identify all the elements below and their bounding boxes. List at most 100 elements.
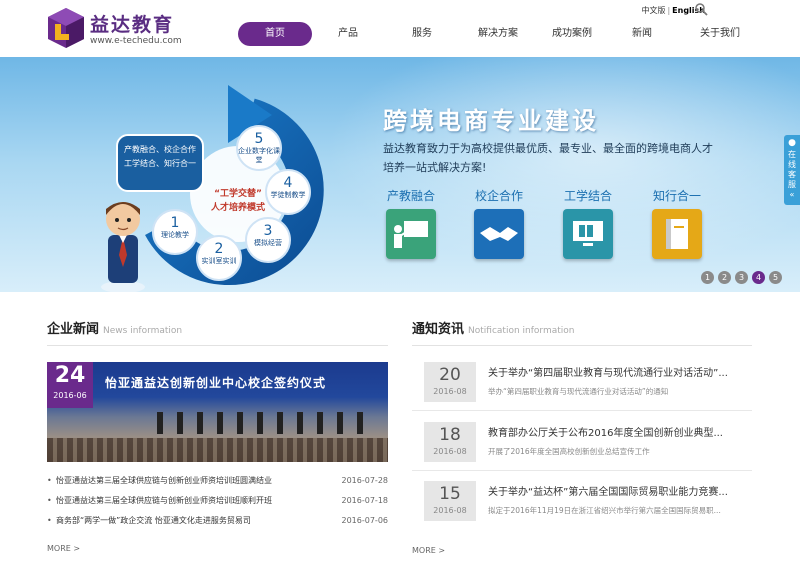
nav-item-solutions[interactable]: 解决方案	[466, 22, 530, 46]
bullet-icon: •	[47, 496, 52, 505]
news-subtitle: News information	[103, 326, 183, 336]
cycle-node-5: 5 企业数字化课堂	[236, 125, 282, 171]
training-cycle-diagram: 产教融合、校企合作 工学结合、知行合一 “工学交替” 人才培养模式 1 理论教学…	[100, 77, 330, 292]
notice-title[interactable]: 关于举办“第四届职业教育与现代流通行业对话活动”...	[488, 364, 754, 379]
nav-item-services[interactable]: 服务	[402, 22, 442, 46]
collapse-arrow-icon: «	[789, 190, 795, 199]
news-image-title: 怡亚通益达创新创业中心校企签约仪式	[105, 376, 327, 390]
notices-section-title: 通知资讯 Notification information	[412, 318, 574, 337]
feature-label: 产教融合	[386, 189, 435, 203]
cycle-node-number: 4	[283, 175, 293, 191]
pager-dot-2[interactable]: 2	[718, 271, 731, 284]
chat-bubble-icon: ●	[788, 138, 796, 148]
notice-date: 15 2016-08	[424, 481, 476, 521]
site-header: 益达教育 www.e-techedu.com 中文版 | English 首页 产品…	[0, 0, 800, 57]
pager-dot-4[interactable]: 4	[752, 271, 765, 284]
notice-day: 15	[439, 484, 461, 504]
audience-graphic	[47, 438, 388, 462]
news-item[interactable]: • 怡亚通益达第三届全球供应链与创新创业师资培训班顺利开班 2016-07-18	[47, 492, 388, 510]
notices-more-link[interactable]: MORE >	[412, 546, 445, 555]
logo-cube-icon	[48, 8, 84, 48]
notice-title[interactable]: 关于举办“益达杯”第六届全国国际贸易职业能力竞赛...	[488, 483, 754, 498]
banner-description: 益达教育致力于为高校提供最优质、最专业、最全面的跨境电商人才培养一站式解决方案!	[383, 142, 713, 174]
lang-separator: |	[667, 6, 671, 15]
logo-title: 益达教育	[90, 14, 175, 36]
hero-banner[interactable]: 产教融合、校企合作 工学结合、知行合一 “工学交替” 人才培养模式 1 理论教学…	[0, 57, 800, 292]
news-item-date: 2016-07-28	[341, 476, 389, 485]
notice-summary: 开展了2016年度全国高校创新创业总结宣传工作	[488, 447, 650, 456]
monitor-books-icon	[563, 209, 613, 259]
news-item-date: 2016-07-18	[341, 496, 389, 505]
nav-item-products[interactable]: 产品	[328, 22, 368, 46]
news-item-title[interactable]: 怡亚通益达第三届全球供应链与创新创业师资培训班顺利开班	[56, 492, 326, 510]
online-service-tab[interactable]: ● 在线客服 «	[784, 135, 800, 205]
notice-separator	[412, 470, 752, 471]
notice-item[interactable]: 18 2016-08 教育部办公厅关于公布2016年度全国创新创业典型... 开…	[424, 422, 754, 470]
banner-title: 跨境电商专业建设	[383, 107, 599, 135]
handshake-icon	[474, 209, 524, 259]
notice-item[interactable]: 15 2016-08 关于举办“益达杯”第六届全国国际贸易职业能力竞赛... 拟…	[424, 481, 754, 529]
online-service-label: 在线客服	[788, 150, 796, 189]
notice-summary: 举办“第四届职业教育与现代流通行业对话活动”的通知	[488, 387, 669, 396]
cycle-node-4: 4 学徒制教学	[265, 169, 311, 215]
nav-item-news[interactable]: 新闻	[622, 22, 662, 46]
news-more-link[interactable]: MORE >	[47, 544, 80, 553]
main-nav: 首页 产品 服务 解决方案 成功案例 新闻 关于我们	[236, 22, 786, 46]
notice-day: 18	[439, 425, 461, 445]
cycle-node-1: 1 理论教学	[152, 209, 198, 255]
cycle-node-label: 模拟经营	[254, 239, 282, 247]
featured-news-date: 24 2016-06	[47, 362, 93, 408]
cycle-principles-pill: 产教融合、校企合作 工学结合、知行合一	[116, 134, 204, 192]
pager-dot-3[interactable]: 3	[735, 271, 748, 284]
news-item-title[interactable]: 商务部“两学一做”政企交流 怡亚通文化走进服务贸易司	[56, 512, 326, 530]
pill-line-1: 产教融合、校企合作	[124, 145, 196, 154]
notice-title[interactable]: 教育部办公厅关于公布2016年度全国创新创业典型...	[488, 424, 754, 439]
cycle-node-number: 3	[263, 223, 273, 239]
lang-chinese-link[interactable]: 中文版	[641, 6, 665, 15]
news-section-title: 企业新闻 News information	[47, 318, 182, 337]
feature-label: 工学结合	[563, 189, 612, 203]
search-icon[interactable]	[694, 2, 708, 16]
cycle-node-number: 5	[254, 131, 264, 147]
logo-url: www.e-techedu.com	[90, 36, 182, 46]
notice-date: 20 2016-08	[424, 362, 476, 402]
nav-item-about[interactable]: 关于我们	[688, 22, 752, 46]
book-icon	[652, 209, 702, 259]
notice-date: 18 2016-08	[424, 422, 476, 462]
notice-year-month: 2016-08	[433, 447, 467, 456]
pager-dot-5[interactable]: 5	[769, 271, 782, 284]
cycle-node-2: 2 实训室实训	[196, 235, 242, 281]
notices-title: 通知资讯	[412, 322, 465, 337]
news-item-title[interactable]: 怡亚通益达第三届全球供应链与创新创业师资培训班圆满结业	[56, 472, 326, 490]
bullet-icon: •	[47, 476, 52, 485]
cycle-node-label: 企业数字化课堂	[238, 147, 280, 164]
news-item[interactable]: • 怡亚通益达第三届全球供应链与创新创业师资培训班圆满结业 2016-07-28	[47, 472, 388, 490]
news-image-banner-strip	[157, 364, 159, 370]
featured-news-day: 24	[54, 363, 86, 388]
notices-subtitle: Notification information	[468, 326, 575, 336]
site-logo[interactable]: 益达教育 www.e-techedu.com	[46, 6, 206, 50]
news-divider	[47, 345, 388, 346]
cycle-node-label: 理论教学	[161, 231, 189, 239]
news-item[interactable]: • 商务部“两学一做”政企交流 怡亚通文化走进服务贸易司 2016-07-06	[47, 512, 388, 530]
nav-item-home[interactable]: 首页	[238, 22, 312, 46]
cycle-center-line-2: 人才培养模式	[210, 203, 265, 213]
cycle-node-number: 1	[170, 215, 180, 231]
cycle-node-label: 实训室实训	[201, 257, 237, 265]
cycle-node-3: 3 模拟经营	[245, 217, 291, 263]
notice-year-month: 2016-08	[433, 387, 467, 396]
notice-day: 20	[439, 365, 461, 385]
feature-label: 校企合作	[474, 189, 523, 203]
cartoon-businessman-illustration	[101, 202, 145, 292]
nav-item-cases[interactable]: 成功案例	[540, 22, 604, 46]
featured-news-image[interactable]: 怡亚通益达创新创业中心校企签约仪式 24 2016-06	[47, 362, 388, 462]
teacher-presentation-icon	[386, 209, 436, 259]
news-item-date: 2016-07-06	[341, 516, 389, 525]
cycle-node-label: 学徒制教学	[270, 191, 306, 199]
notice-item[interactable]: 20 2016-08 关于举办“第四届职业教育与现代流通行业对话活动”... 举…	[424, 362, 754, 410]
pager-dot-1[interactable]: 1	[701, 271, 714, 284]
feature-label: 知行合一	[652, 189, 701, 203]
featured-news-year-month: 2016-06	[53, 391, 87, 400]
news-title: 企业新闻	[47, 322, 100, 337]
notice-year-month: 2016-08	[433, 506, 467, 515]
